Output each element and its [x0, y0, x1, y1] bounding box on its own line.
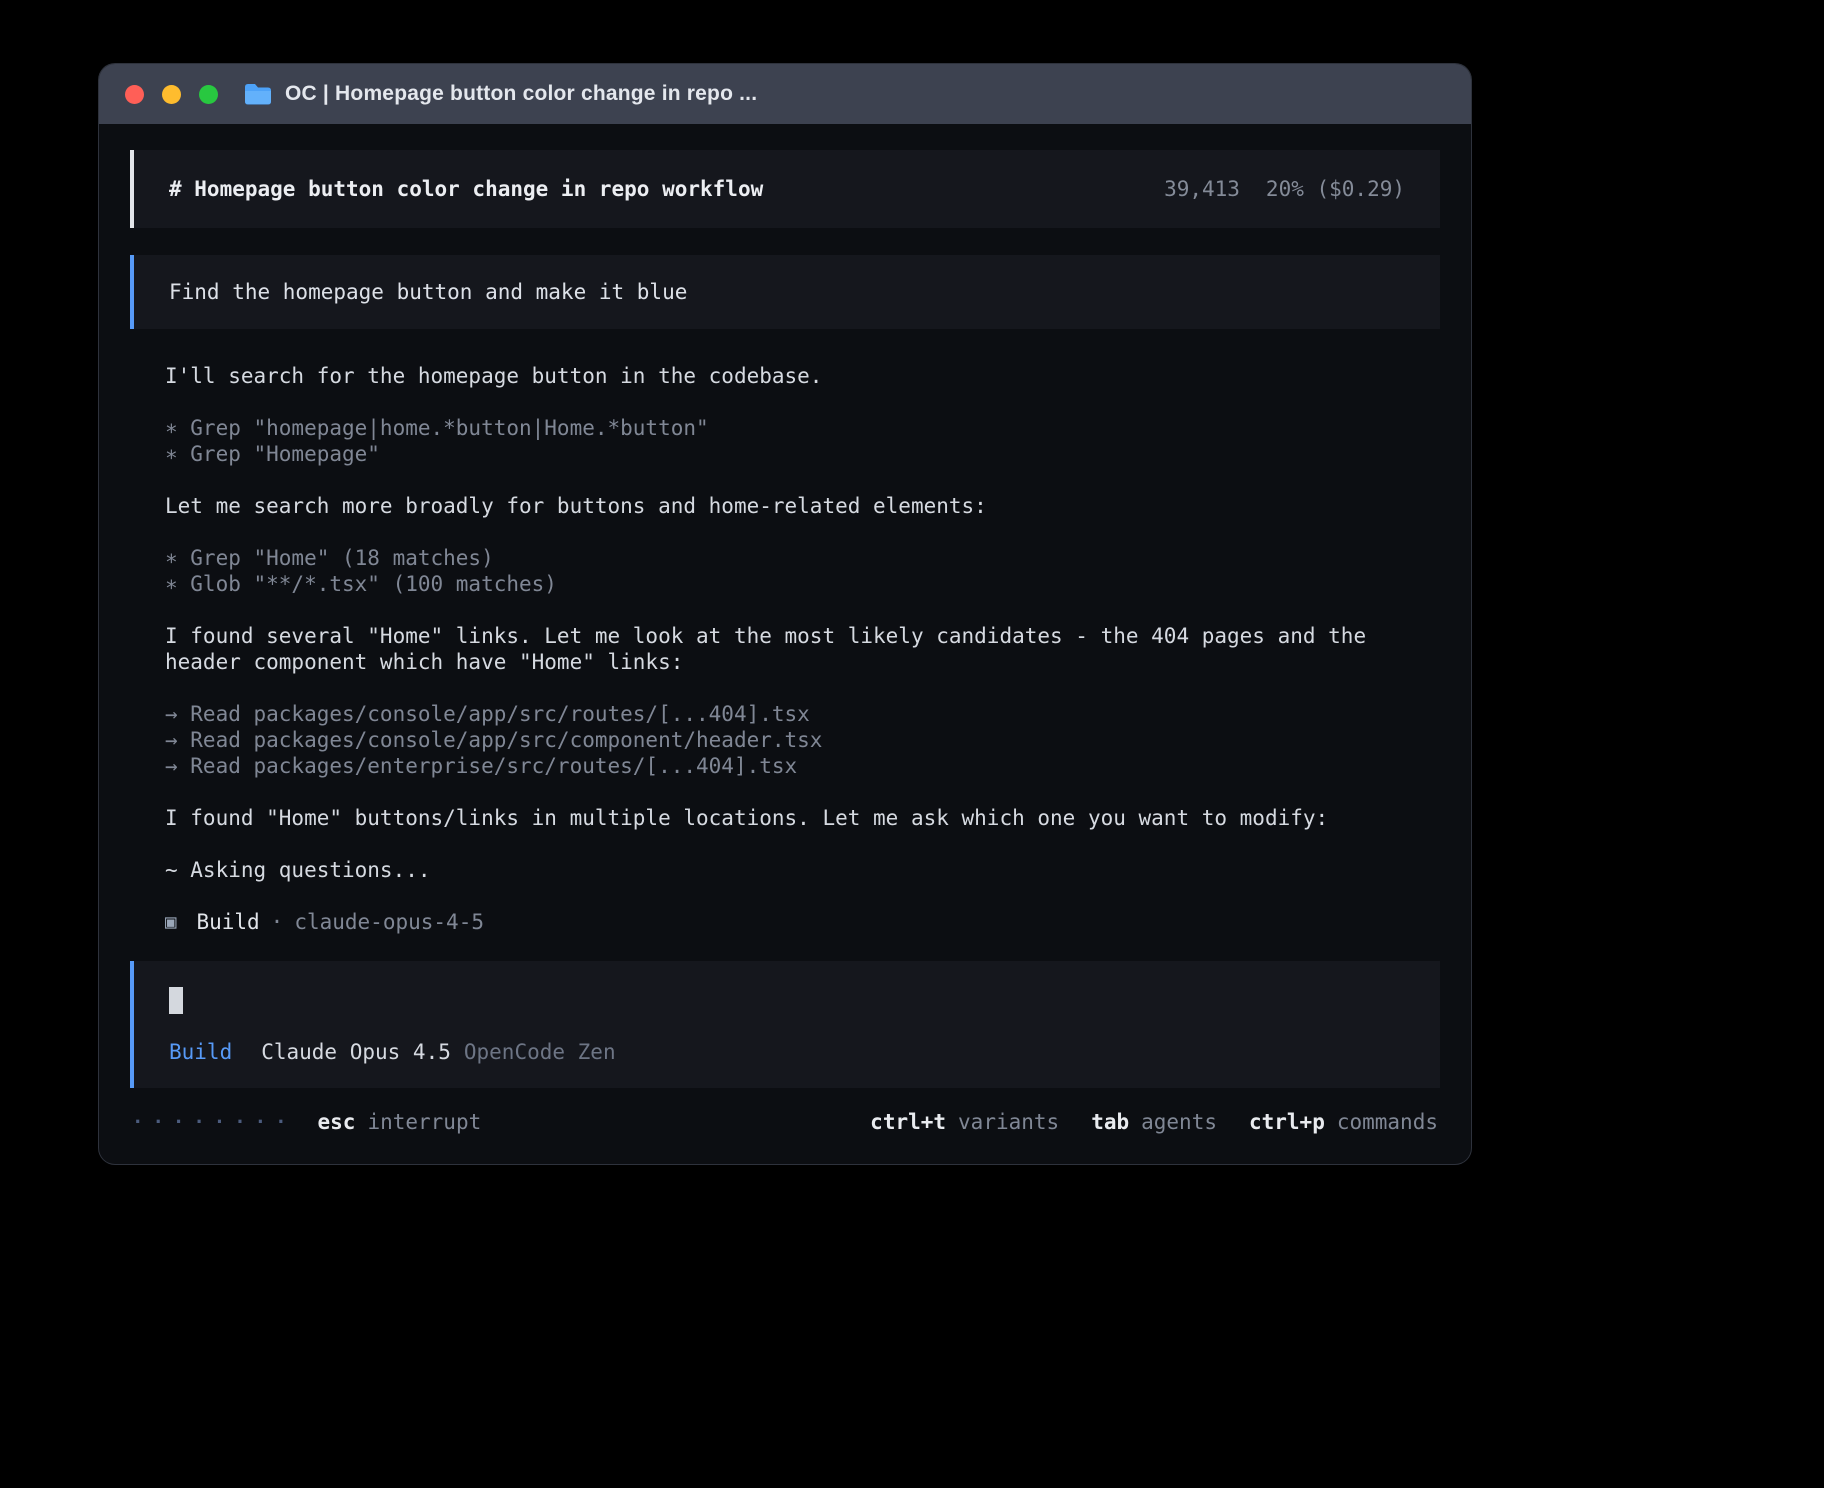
close-button[interactable] [125, 85, 144, 104]
esc-key: esc [318, 1110, 356, 1134]
tool-call-group: ∗ Grep "Home" (18 matches) ∗ Glob "**/*.… [165, 545, 1440, 597]
assistant-paragraph: Let me search more broadly for buttons a… [165, 493, 1440, 519]
shortcut-key: tab [1091, 1110, 1129, 1134]
input-provider: OpenCode Zen [464, 1040, 616, 1064]
agent-name: Build [196, 909, 259, 935]
zoom-button[interactable] [199, 85, 218, 104]
esc-label: interrupt [367, 1110, 481, 1134]
context-usage: 20% ($0.29) [1266, 177, 1405, 201]
terminal-window: OC | Homepage button color change in rep… [99, 64, 1471, 1164]
assistant-paragraph: I found "Home" buttons/links in multiple… [165, 805, 1440, 831]
tool-call-grep: ∗ Grep "Homepage" [165, 441, 1440, 467]
token-count: 39,413 [1164, 177, 1240, 201]
shortcut-variants: ctrl+t variants [870, 1110, 1059, 1134]
tool-call-read: → Read packages/console/app/src/componen… [165, 727, 1440, 753]
agent-icon: ▣ [165, 909, 176, 935]
agent-model: claude-opus-4-5 [294, 909, 484, 935]
tool-call-read: → Read packages/enterprise/src/routes/[.… [165, 753, 1440, 779]
status-left: ········ esc interrupt [132, 1110, 481, 1134]
agent-separator: · [271, 909, 284, 935]
shortcut-label: commands [1337, 1110, 1438, 1134]
traffic-lights [125, 85, 218, 104]
status-right: ctrl+t variants tab agents ctrl+p comman… [838, 1110, 1438, 1134]
folder-icon [244, 83, 272, 105]
tool-call-glob: ∗ Glob "**/*.tsx" (100 matches) [165, 571, 1440, 597]
tool-call-grep: ∗ Grep "homepage|home.*button|Home.*butt… [165, 415, 1440, 441]
user-message: Find the homepage button and make it blu… [130, 255, 1440, 329]
tool-call-group: ∗ Grep "homepage|home.*button|Home.*butt… [165, 415, 1440, 467]
assistant-status: ~ Asking questions... [165, 857, 1440, 883]
tool-call-group: → Read packages/console/app/src/routes/[… [165, 701, 1440, 779]
prompt-input[interactable]: Build Claude Opus 4.5 OpenCode Zen [130, 961, 1440, 1088]
session-header: # Homepage button color change in repo w… [130, 150, 1440, 228]
status-bar: ········ esc interrupt ctrl+t variants t… [130, 1110, 1440, 1134]
window-title: OC | Homepage button color change in rep… [285, 82, 757, 106]
terminal-content: # Homepage button color change in repo w… [99, 124, 1471, 1164]
titlebar[interactable]: OC | Homepage button color change in rep… [99, 64, 1471, 124]
transcript: I'll search for the homepage button in t… [165, 363, 1440, 935]
agent-status: ▣ Build · claude-opus-4-5 [165, 909, 1440, 935]
session-title: # Homepage button color change in repo w… [169, 177, 763, 201]
desktop: { "titlebar": { "title": "OC | Homepage … [0, 0, 1824, 1488]
session-meta: 39,413 20% ($0.29) [1164, 177, 1405, 201]
assistant-paragraph: I'll search for the homepage button in t… [165, 363, 1440, 389]
shortcut-agents: tab agents [1091, 1110, 1217, 1134]
shortcut-key: ctrl+t [870, 1110, 946, 1134]
shortcut-commands: ctrl+p commands [1249, 1110, 1438, 1134]
shortcut-label: agents [1141, 1110, 1217, 1134]
user-message-text: Find the homepage button and make it blu… [169, 280, 687, 304]
spinner-dots: ········ [132, 1111, 296, 1133]
text-cursor [169, 987, 183, 1014]
assistant-paragraph: I found several "Home" links. Let me loo… [165, 623, 1440, 675]
shortcut-key: ctrl+p [1249, 1110, 1325, 1134]
input-model[interactable]: Claude Opus 4.5 [261, 1040, 451, 1064]
input-mode[interactable]: Build [169, 1040, 232, 1064]
title-group: OC | Homepage button color change in rep… [244, 82, 757, 106]
minimize-button[interactable] [162, 85, 181, 104]
shortcut-label: variants [958, 1110, 1059, 1134]
tool-call-grep: ∗ Grep "Home" (18 matches) [165, 545, 1440, 571]
tool-call-read: → Read packages/console/app/src/routes/[… [165, 701, 1440, 727]
model-line: Build Claude Opus 4.5 OpenCode Zen [169, 1040, 1405, 1064]
